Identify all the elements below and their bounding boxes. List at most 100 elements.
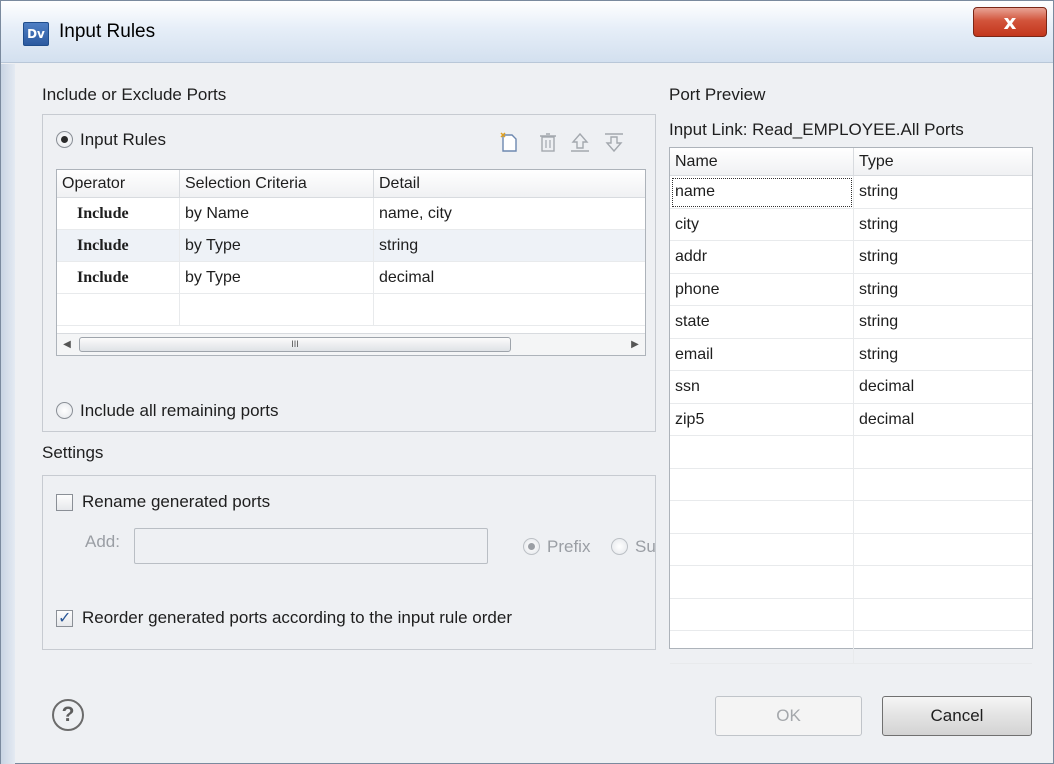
suffix-label[interactable]: Su (635, 537, 655, 557)
table-row-empty[interactable] (670, 631, 1032, 664)
scroll-left-arrow-icon[interactable]: ◀ (57, 334, 77, 355)
port-type-cell: string (859, 280, 899, 298)
port-preview-table[interactable]: Name Type name string city string addr string… (669, 147, 1033, 664)
table-row-empty[interactable] (670, 436, 1032, 469)
detail-cell: decimal (379, 269, 435, 286)
port-name-cell: ssn (670, 371, 854, 404)
port-name-cell: city (670, 208, 854, 241)
rename-ports-label[interactable]: Rename generated ports (82, 492, 270, 512)
horizontal-scrollbar[interactable]: ◀ III ▶ (57, 333, 645, 355)
port-type-cell (854, 599, 1032, 632)
port-name-cell: name (670, 176, 854, 209)
rules-table[interactable]: Operator Selection Criteria Detail Inclu… (56, 169, 646, 356)
prefix-radio[interactable] (523, 538, 540, 555)
new-rule-icon[interactable] (498, 131, 520, 153)
table-row-empty[interactable] (57, 294, 645, 326)
settings-group: Rename generated ports Add: Prefix Su Re… (42, 475, 656, 650)
port-type-cell: string (859, 215, 899, 233)
port-type-cell: string (859, 183, 899, 200)
input-rules-radio-label[interactable]: Input Rules (80, 130, 166, 150)
table-row[interactable]: city string (670, 208, 1032, 241)
port-type-cell (854, 501, 1032, 534)
input-rules-group: Input Rules Operator Selection Criteria … (42, 114, 656, 432)
criteria-cell: by Type (180, 230, 374, 262)
criteria-cell: by Type (180, 262, 374, 294)
port-name-cell: state (670, 306, 854, 339)
table-row[interactable]: Include by Type decimal (57, 262, 645, 294)
title-bar[interactable]: Dv Input Rules x (1, 1, 1053, 63)
operator-cell: Include (57, 230, 180, 262)
column-header-detail[interactable]: Detail (374, 170, 645, 198)
input-rules-dialog: Dv Input Rules x Include or Exclude Port… (0, 0, 1054, 764)
port-type-cell (854, 534, 1032, 567)
rename-ports-checkbox[interactable] (56, 494, 73, 511)
table-row[interactable]: zip5 decimal (670, 403, 1032, 436)
table-row[interactable]: Include by Name name, city (57, 198, 645, 230)
add-label: Add: (85, 532, 120, 551)
column-header-name[interactable]: Name (670, 148, 854, 176)
ok-button[interactable]: OK (715, 696, 862, 736)
table-row[interactable]: state string (670, 306, 1032, 339)
input-rules-radio[interactable] (56, 131, 73, 148)
settings-section-label: Settings (42, 443, 104, 462)
prefix-label[interactable]: Prefix (547, 537, 590, 557)
table-row[interactable]: ssn decimal (670, 371, 1032, 404)
window-title: Input Rules (59, 21, 156, 42)
add-input[interactable] (134, 528, 488, 564)
port-name-cell (670, 468, 854, 501)
port-type-cell (854, 631, 1032, 664)
move-up-icon[interactable] (568, 131, 590, 153)
scroll-thumb[interactable]: III (79, 337, 511, 352)
app-icon: Dv (23, 22, 49, 46)
port-type-cell: string (859, 313, 899, 330)
table-row-empty[interactable] (670, 533, 1032, 567)
empty-cell (57, 294, 180, 326)
detail-cell: name, city (379, 205, 452, 222)
port-name-cell (670, 533, 854, 566)
criteria-cell: by Name (180, 198, 374, 230)
reorder-ports-label[interactable]: Reorder generated ports according to the… (82, 608, 512, 628)
include-remaining-radio-label[interactable]: Include all remaining ports (80, 401, 278, 421)
table-row[interactable]: phone string (670, 273, 1032, 306)
column-header-type[interactable]: Type (854, 148, 1032, 176)
help-icon[interactable]: ? (52, 699, 84, 731)
port-type-cell: string (859, 248, 899, 265)
table-row[interactable]: email string (670, 338, 1032, 371)
port-type-cell: decimal (859, 378, 915, 395)
table-row[interactable]: Include by Type string (57, 230, 645, 262)
table-row-empty[interactable] (670, 566, 1032, 599)
port-name-cell: zip5 (670, 403, 854, 436)
port-type-cell (854, 436, 1032, 469)
window-frame-edge (1, 64, 15, 764)
port-type-cell (854, 469, 1032, 502)
table-row[interactable]: addr string (670, 241, 1032, 274)
move-down-icon[interactable] (602, 131, 624, 153)
port-name-cell (670, 501, 854, 534)
port-preview-label: Port Preview (669, 85, 766, 104)
port-name-cell: phone (670, 273, 854, 306)
port-name-cell (670, 598, 854, 631)
port-name-cell: addr (670, 241, 854, 274)
delete-icon[interactable] (537, 131, 559, 153)
table-row-empty[interactable] (670, 598, 1032, 632)
port-type-cell (854, 566, 1032, 599)
port-name-cell (670, 631, 854, 664)
port-name-cell: email (670, 338, 854, 371)
port-type-cell: string (859, 345, 899, 363)
column-header-operator[interactable]: Operator (57, 170, 180, 198)
port-name-cell (670, 566, 854, 599)
operator-cell: Include (57, 262, 180, 294)
include-remaining-radio[interactable] (56, 402, 73, 419)
column-header-selection-criteria[interactable]: Selection Criteria (180, 170, 374, 198)
scroll-right-arrow-icon[interactable]: ▶ (625, 334, 645, 355)
close-button[interactable]: x (973, 7, 1047, 37)
table-row-empty[interactable] (670, 468, 1032, 502)
operator-cell: Include (57, 198, 180, 230)
suffix-radio[interactable] (611, 538, 628, 555)
reorder-ports-checkbox[interactable] (56, 608, 73, 627)
cancel-button[interactable]: Cancel (882, 696, 1032, 736)
port-name-cell (670, 436, 854, 469)
table-row[interactable]: name string (670, 176, 1032, 209)
empty-cell (180, 294, 374, 326)
table-row-empty[interactable] (670, 501, 1032, 534)
